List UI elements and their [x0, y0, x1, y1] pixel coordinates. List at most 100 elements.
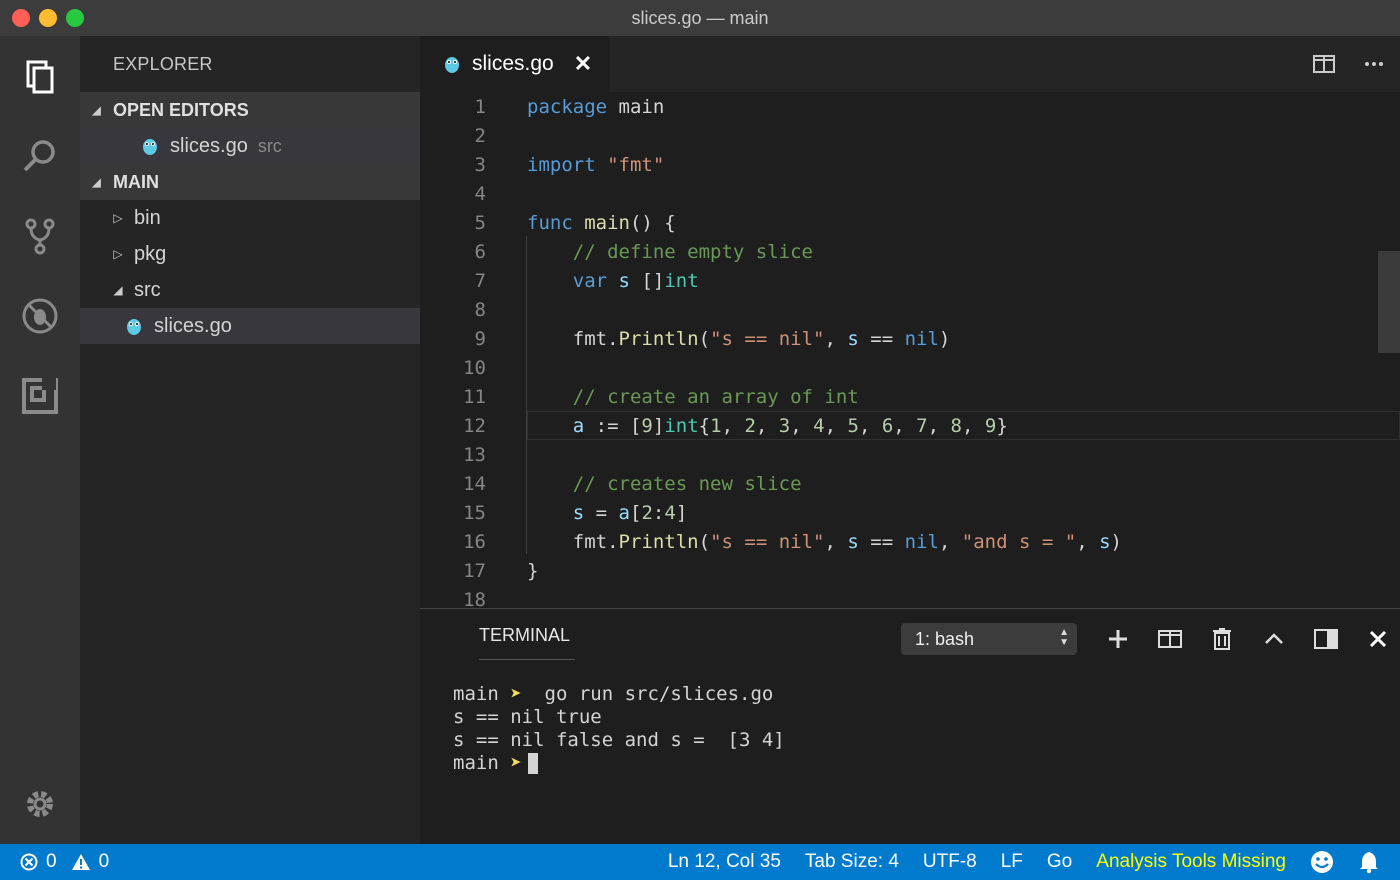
open-editor-filename: slices.go [170, 134, 248, 157]
line-number: 16 [463, 530, 486, 553]
tree-item-src[interactable]: ◢ src [80, 272, 420, 308]
cursor-position[interactable]: Ln 12, Col 35 [668, 851, 781, 873]
tab-size[interactable]: Tab Size: 4 [805, 851, 899, 873]
tree-item-bin[interactable]: ▷ bin [80, 200, 420, 236]
terminal-panel: TERMINAL 1: bash ▲ ▼ main ➤ go run src/sl… [420, 608, 1400, 845]
tree-item-slices-go[interactable]: slices.go [80, 308, 420, 344]
code-line: 4 [420, 179, 1400, 208]
line-number: 15 [463, 501, 486, 524]
code-text: // define empty slice [572, 240, 813, 263]
code-line: 2 [420, 121, 1400, 150]
tab-label: slices.go [472, 52, 554, 75]
code-text: package main [527, 95, 665, 118]
tab-slices-go[interactable]: slices.go ✕ [420, 36, 610, 92]
close-window-button[interactable] [12, 9, 30, 27]
line-number: 8 [474, 298, 486, 321]
tab-terminal[interactable]: TERMINAL [479, 625, 575, 660]
code-line: 5 func main() { [420, 208, 1400, 237]
select-arrows-icon: ▲ ▼ [1059, 627, 1069, 648]
files-icon[interactable] [20, 56, 60, 96]
open-editors-header[interactable]: ◢ OPEN EDITORS [80, 92, 420, 128]
current-line-highlight [527, 411, 1400, 440]
code-line: 7 var s []int [420, 266, 1400, 295]
code-line: 13 [420, 440, 1400, 469]
tree-item-pkg[interactable]: ▷ pkg [80, 236, 420, 272]
collapse-icon: ◢ [92, 104, 101, 117]
code-text: // create an array of int [572, 385, 859, 408]
tab-close-icon[interactable]: ✕ [574, 51, 592, 77]
code-text: fmt.Println("s == nil", s == nil, "and s… [572, 530, 1122, 553]
code-text: s = a[2:4] [572, 501, 688, 524]
encoding[interactable]: UTF-8 [923, 851, 977, 873]
editor-tab-bar: slices.go ✕ [420, 36, 1400, 92]
trash-icon[interactable] [1210, 627, 1234, 651]
code-text: fmt.Println("s == nil", s == nil) [572, 327, 951, 350]
code-line: 15 s = a[2:4] [420, 498, 1400, 527]
code-text: // creates new slice [572, 472, 802, 495]
chevron-right-icon: ▷ [113, 211, 123, 225]
close-panel-icon[interactable] [1366, 627, 1390, 651]
editor-scrollbar[interactable] [1378, 251, 1400, 353]
terminal-output[interactable]: main ➤ go run src/slices.go s == nil true… [453, 683, 785, 775]
split-terminal-icon[interactable] [1158, 627, 1182, 651]
debug-icon[interactable] [20, 296, 60, 336]
minimize-window-button[interactable] [39, 9, 57, 27]
editor-actions [1312, 52, 1386, 81]
terminal-select[interactable]: 1: bash ▲ ▼ [901, 623, 1077, 655]
bell-icon[interactable] [1358, 850, 1380, 874]
line-number: 10 [463, 356, 486, 379]
more-actions-icon[interactable] [1362, 52, 1386, 81]
toggle-panel-position-icon[interactable] [1314, 627, 1338, 651]
status-right: Ln 12, Col 35 Tab Size: 4 UTF-8 LF Go An… [668, 850, 1380, 874]
line-number: 7 [474, 269, 486, 292]
gear-icon[interactable] [20, 784, 60, 824]
gopher-icon [445, 57, 459, 73]
warning-icon [71, 854, 90, 870]
code-line: 11 // create an array of int [420, 382, 1400, 411]
terminal-line: main ➤ go run src/slices.go [453, 683, 774, 705]
language-mode[interactable]: Go [1047, 851, 1072, 873]
zoom-window-button[interactable] [66, 9, 84, 27]
editor-area: slices.go ✕ 1 package main 2 3 import "fmt" 4… [420, 36, 1400, 608]
code-line: 18 [420, 585, 1400, 609]
code-view[interactable]: 1 package main 2 3 import "fmt" 4 5 func main()… [420, 92, 1400, 608]
title-bar: slices.go — main [0, 0, 1400, 36]
split-editor-icon[interactable] [1312, 52, 1336, 81]
open-editor-folder: src [257, 135, 282, 156]
code-line: 10 [420, 353, 1400, 382]
extensions-icon[interactable] [20, 376, 60, 416]
end-of-line[interactable]: LF [1001, 851, 1023, 873]
line-number: 4 [474, 182, 486, 205]
code-text: } [527, 559, 539, 582]
line-number: 9 [474, 327, 486, 350]
code-line: 17} [420, 556, 1400, 585]
open-editor-item[interactable]: slices.go src [80, 128, 420, 164]
line-number: 13 [463, 443, 486, 466]
code-line: 6 // define empty slice [420, 237, 1400, 266]
terminal-line: s == nil true [453, 706, 602, 728]
source-control-icon[interactable] [20, 216, 60, 256]
chevron-right-icon: ▷ [113, 247, 123, 261]
activity-bar [0, 36, 80, 844]
line-number: 11 [463, 385, 486, 408]
problems-indicator[interactable]: 0 0 [20, 851, 109, 873]
line-number: 17 [463, 559, 486, 582]
main-folder-header[interactable]: ◢ MAIN [80, 164, 420, 200]
analysis-tools-missing[interactable]: Analysis Tools Missing [1096, 851, 1286, 873]
line-number: 1 [474, 95, 486, 118]
code-line: 1 package main [420, 92, 1400, 121]
smiley-feedback-icon[interactable] [1310, 850, 1334, 874]
chevron-up-icon[interactable] [1262, 627, 1286, 651]
code-text: import "fmt" [527, 153, 665, 176]
collapse-icon: ◢ [92, 176, 101, 189]
line-number: 2 [474, 124, 486, 147]
window-controls [12, 9, 84, 27]
window-title: slices.go — main [631, 7, 769, 28]
code-line: 12 a := [9]int{1, 2, 3, 4, 5, 6, 7, 8, 9… [420, 411, 1400, 440]
code-line: 14 // creates new slice [420, 469, 1400, 498]
error-count: 0 [46, 851, 57, 872]
search-icon[interactable] [20, 136, 60, 176]
new-terminal-icon[interactable] [1106, 627, 1130, 651]
chevron-down-icon: ◢ [113, 283, 123, 297]
status-bar: 0 0 Ln 12, Col 35 Tab Size: 4 UTF-8 LF G… [0, 844, 1400, 880]
